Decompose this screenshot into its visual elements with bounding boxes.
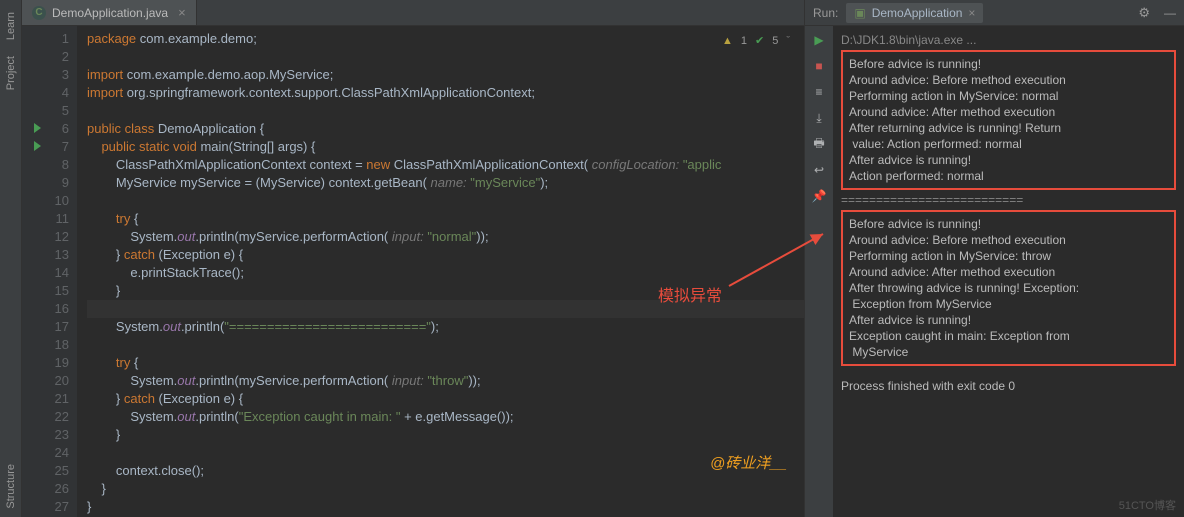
console-output[interactable]: D:\JDK1.8\bin\java.exe ...Before advice … — [833, 26, 1184, 517]
pin-icon[interactable]: 📌 — [811, 188, 827, 204]
sidebar-tab-project[interactable]: Project — [3, 48, 19, 98]
run-header: Run: ▣ DemoApplication × ⚙ — — [805, 0, 1184, 26]
info-count: 5 — [772, 32, 778, 50]
warning-count: 1 — [741, 32, 747, 50]
inspection-indicator[interactable]: ▲ 1 ✔ 5 ˇ — [722, 32, 790, 50]
run-config-icon: ▣ — [854, 6, 865, 20]
wrap-icon[interactable]: ↩ — [811, 162, 827, 178]
run-pane: Run: ▣ DemoApplication × ⚙ — ▶ ■ ≡ ⤓ 🖶 ↩… — [804, 0, 1184, 517]
gear-icon[interactable]: ⚙ — [1138, 5, 1150, 21]
sidebar-tab-structure[interactable]: Structure — [3, 456, 19, 517]
run-toolbar: ▶ ■ ≡ ⤓ 🖶 ↩ 📌 — [805, 26, 833, 517]
editor-pane: C DemoApplication.java × ▲ 1 ✔ 5 ˇ 1234567… — [22, 0, 804, 517]
print-icon[interactable]: 🖶 — [811, 136, 827, 152]
editor-tabbar: C DemoApplication.java × — [22, 0, 804, 26]
run-config-tab[interactable]: ▣ DemoApplication × — [846, 3, 983, 23]
left-sidebar: Learn Project Structure — [0, 0, 22, 517]
editor-body[interactable]: ▲ 1 ✔ 5 ˇ 12345678910111213141516171819202… — [22, 26, 804, 517]
scroll-icon[interactable]: ⤓ — [811, 110, 827, 126]
file-tab-label: DemoApplication.java — [52, 6, 168, 20]
minimize-icon[interactable]: — — [1164, 6, 1176, 20]
close-icon[interactable]: × — [968, 6, 975, 20]
java-class-icon: C — [32, 6, 46, 20]
code-area[interactable]: package com.example.demo; import com.exa… — [77, 26, 804, 517]
watermark: 51CTO博客 — [1119, 497, 1176, 513]
editor-gutter[interactable]: 1234567891011121314151617181920212223242… — [22, 26, 77, 517]
run-label: Run: — [813, 6, 838, 20]
warning-icon: ▲ — [722, 32, 733, 50]
run-config-name: DemoApplication — [872, 6, 963, 20]
close-icon[interactable]: × — [178, 5, 186, 20]
info-icon: ✔ — [755, 32, 764, 50]
stop-icon[interactable]: ■ — [811, 58, 827, 74]
rerun-icon[interactable]: ▶ — [811, 32, 827, 48]
file-tab-demoapplication[interactable]: C DemoApplication.java × — [22, 0, 197, 25]
layout-icon[interactable]: ≡ — [811, 84, 827, 100]
chevron-icon: ˇ — [786, 32, 790, 50]
sidebar-tab-learn[interactable]: Learn — [3, 4, 19, 48]
